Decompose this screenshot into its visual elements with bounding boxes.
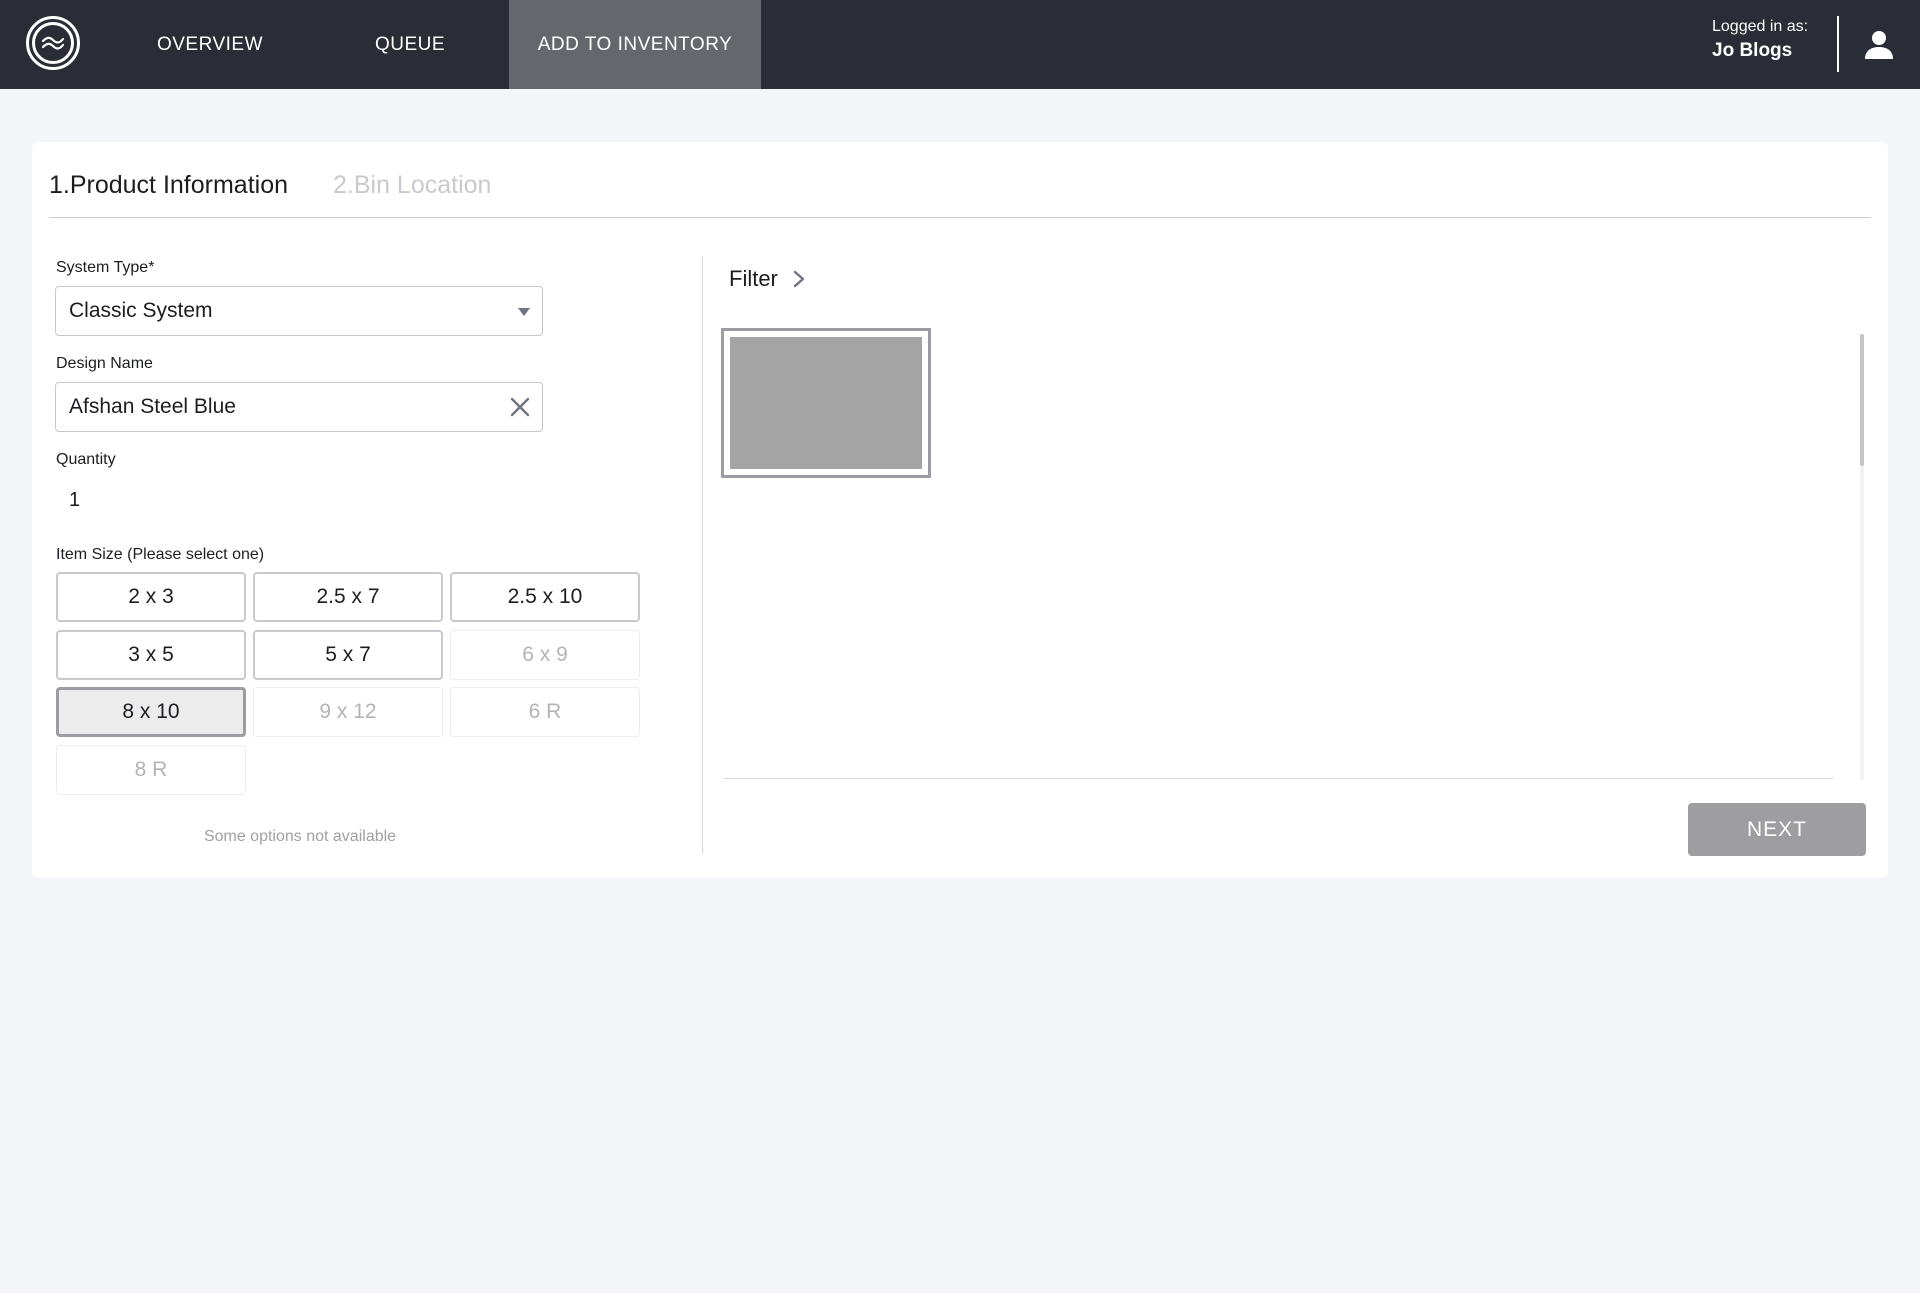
nav-tab-overview[interactable]: OVERVIEW — [142, 0, 278, 89]
user-icon[interactable] — [1862, 28, 1896, 62]
size-option-6x9: 6 x 9 — [450, 630, 640, 680]
next-button[interactable]: NEXT — [1688, 803, 1866, 856]
system-type-select[interactable]: Classic System — [55, 286, 543, 336]
quantity-input[interactable]: 1 — [69, 486, 80, 514]
gallery-scrollbar-thumb[interactable] — [1860, 334, 1864, 466]
size-option-2-5x10[interactable]: 2.5 x 10 — [450, 572, 640, 622]
item-size-label: Item Size (Please select one) — [56, 546, 265, 563]
step-tab-product-information[interactable]: 1.Product Information — [49, 166, 288, 204]
filter-toggle[interactable]: Filter — [729, 266, 806, 292]
nav-tab-label: QUEUE — [374, 33, 446, 55]
size-option-9x12: 9 x 12 — [253, 687, 443, 737]
size-option-2x3[interactable]: 2 x 3 — [56, 572, 246, 622]
caret-down-icon — [518, 308, 530, 316]
nav-tab-queue[interactable]: QUEUE — [342, 0, 478, 89]
step-divider — [49, 217, 1871, 218]
size-option-5x7[interactable]: 5 x 7 — [253, 630, 443, 680]
design-thumbnail[interactable] — [721, 328, 931, 478]
size-option-2-5x7[interactable]: 2.5 x 7 — [253, 572, 443, 622]
column-divider — [702, 256, 703, 854]
waves-logo-icon[interactable] — [26, 16, 80, 70]
system-type-value: Classic System — [69, 299, 213, 322]
chevron-right-icon — [793, 270, 805, 288]
system-type-label: System Type* — [56, 259, 155, 276]
gallery-bottom-divider — [723, 778, 1833, 779]
step-tab-bin-location[interactable]: 2.Bin Location — [333, 166, 491, 204]
nav-tab-label: OVERVIEW — [156, 33, 264, 55]
design-thumbnail-image — [730, 337, 922, 469]
design-name-input[interactable]: Afshan Steel Blue — [55, 382, 543, 432]
nav-tab-add-to-inventory[interactable]: ADD TO INVENTORY — [509, 0, 761, 89]
size-option-3x5[interactable]: 3 x 5 — [56, 630, 246, 680]
design-name-label: Design Name — [56, 355, 153, 372]
gallery-scrollbar[interactable] — [1860, 334, 1864, 780]
size-option-6r: 6 R — [450, 687, 640, 737]
user-divider — [1837, 16, 1839, 72]
quantity-label: Quantity — [56, 451, 116, 468]
user-caption: Logged in as: — [1712, 18, 1809, 35]
design-name-value: Afshan Steel Blue — [69, 395, 236, 418]
top-nav-bar: OVERVIEW QUEUE ADD TO INVENTORY Logged i… — [0, 0, 1920, 89]
nav-tab-label: ADD TO INVENTORY — [537, 33, 733, 55]
size-option-8r: 8 R — [56, 745, 246, 795]
size-option-8x10[interactable]: 8 x 10 — [56, 687, 246, 737]
product-information-card: 1.Product Information 2.Bin Location Sys… — [32, 142, 1888, 878]
user-name: Jo Blogs — [1712, 40, 1793, 61]
size-availability-hint: Some options not available — [203, 828, 397, 845]
filter-label: Filter — [729, 266, 778, 291]
logged-in-user: Logged in as: Jo Blogs — [1712, 16, 1822, 64]
close-icon[interactable] — [509, 396, 531, 418]
